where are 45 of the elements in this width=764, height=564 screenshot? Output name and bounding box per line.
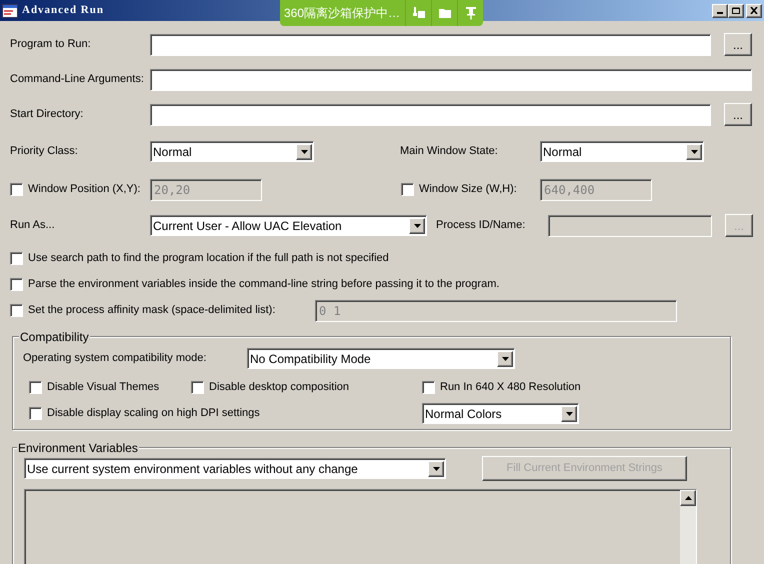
checkbox[interactable] xyxy=(422,380,435,394)
field-label: Program to Run: xyxy=(10,37,92,52)
dropdown[interactable]: Current User - Allow UAC Elevation xyxy=(150,215,427,236)
browse-button[interactable]: ... xyxy=(724,103,752,126)
close-icon xyxy=(750,7,758,14)
field-label: Operating system compatibility mode: xyxy=(23,351,208,366)
dropdown[interactable]: Use current system environment variables without any change xyxy=(24,458,446,479)
text-field[interactable] xyxy=(150,104,711,126)
minimize-button[interactable] xyxy=(712,4,728,18)
up-arrow-icon xyxy=(684,496,692,500)
checkbox[interactable] xyxy=(29,407,42,420)
scrollbar[interactable] xyxy=(680,490,696,564)
checkbox-label: Set the process affinity mask (space-delimited list): xyxy=(28,303,276,318)
scroll-up-button[interactable] xyxy=(680,490,696,506)
text-field[interactable] xyxy=(150,68,752,90)
checkbox-label: Run In 640 X 480 Resolution xyxy=(440,380,581,395)
checkbox-label: Disable Visual Themes xyxy=(47,380,160,395)
checkbox-label: Window Position (X,Y): xyxy=(28,182,140,198)
browse-button[interactable]: ... xyxy=(724,33,752,56)
field-label: Main Window State: xyxy=(400,144,499,160)
field-label: Command-Line Arguments: xyxy=(10,72,145,88)
checkbox-label: Disable desktop composition xyxy=(209,380,350,395)
checkbox-label: Use search path to find the program location if the full path is not specified xyxy=(28,250,389,266)
field-label: Priority Class: xyxy=(10,144,79,160)
dropdown[interactable]: Normal Colors xyxy=(422,403,579,424)
close-button[interactable] xyxy=(746,4,762,18)
field-label: Start Directory: xyxy=(10,107,84,122)
dropdown[interactable]: Normal xyxy=(150,141,314,162)
checkbox-label: Parse the environment variables inside the command-line string before passing it to the program. xyxy=(28,276,500,292)
checkbox[interactable] xyxy=(10,278,23,290)
dropdown[interactable]: No Compatibility Mode xyxy=(247,348,515,369)
checkbox[interactable] xyxy=(191,380,204,394)
field-label: Process ID/Name: xyxy=(436,218,526,234)
sandbox-status: 360隔离沙箱保护中… xyxy=(283,5,402,22)
app-icon xyxy=(2,4,18,18)
window-title: Advanced Run xyxy=(22,3,104,18)
checkbox-label: Window Size (W,H): xyxy=(419,182,517,198)
checkbox[interactable] xyxy=(29,380,42,394)
maximize-icon xyxy=(732,7,740,14)
maximize-button[interactable] xyxy=(728,4,744,18)
dropdown[interactable]: Normal xyxy=(540,141,704,162)
checkbox-label: Disable display scaling on high DPI settings xyxy=(47,406,260,422)
field-label: Run As... xyxy=(10,218,56,234)
checkbox[interactable] xyxy=(10,252,23,264)
text-field[interactable] xyxy=(150,34,711,56)
